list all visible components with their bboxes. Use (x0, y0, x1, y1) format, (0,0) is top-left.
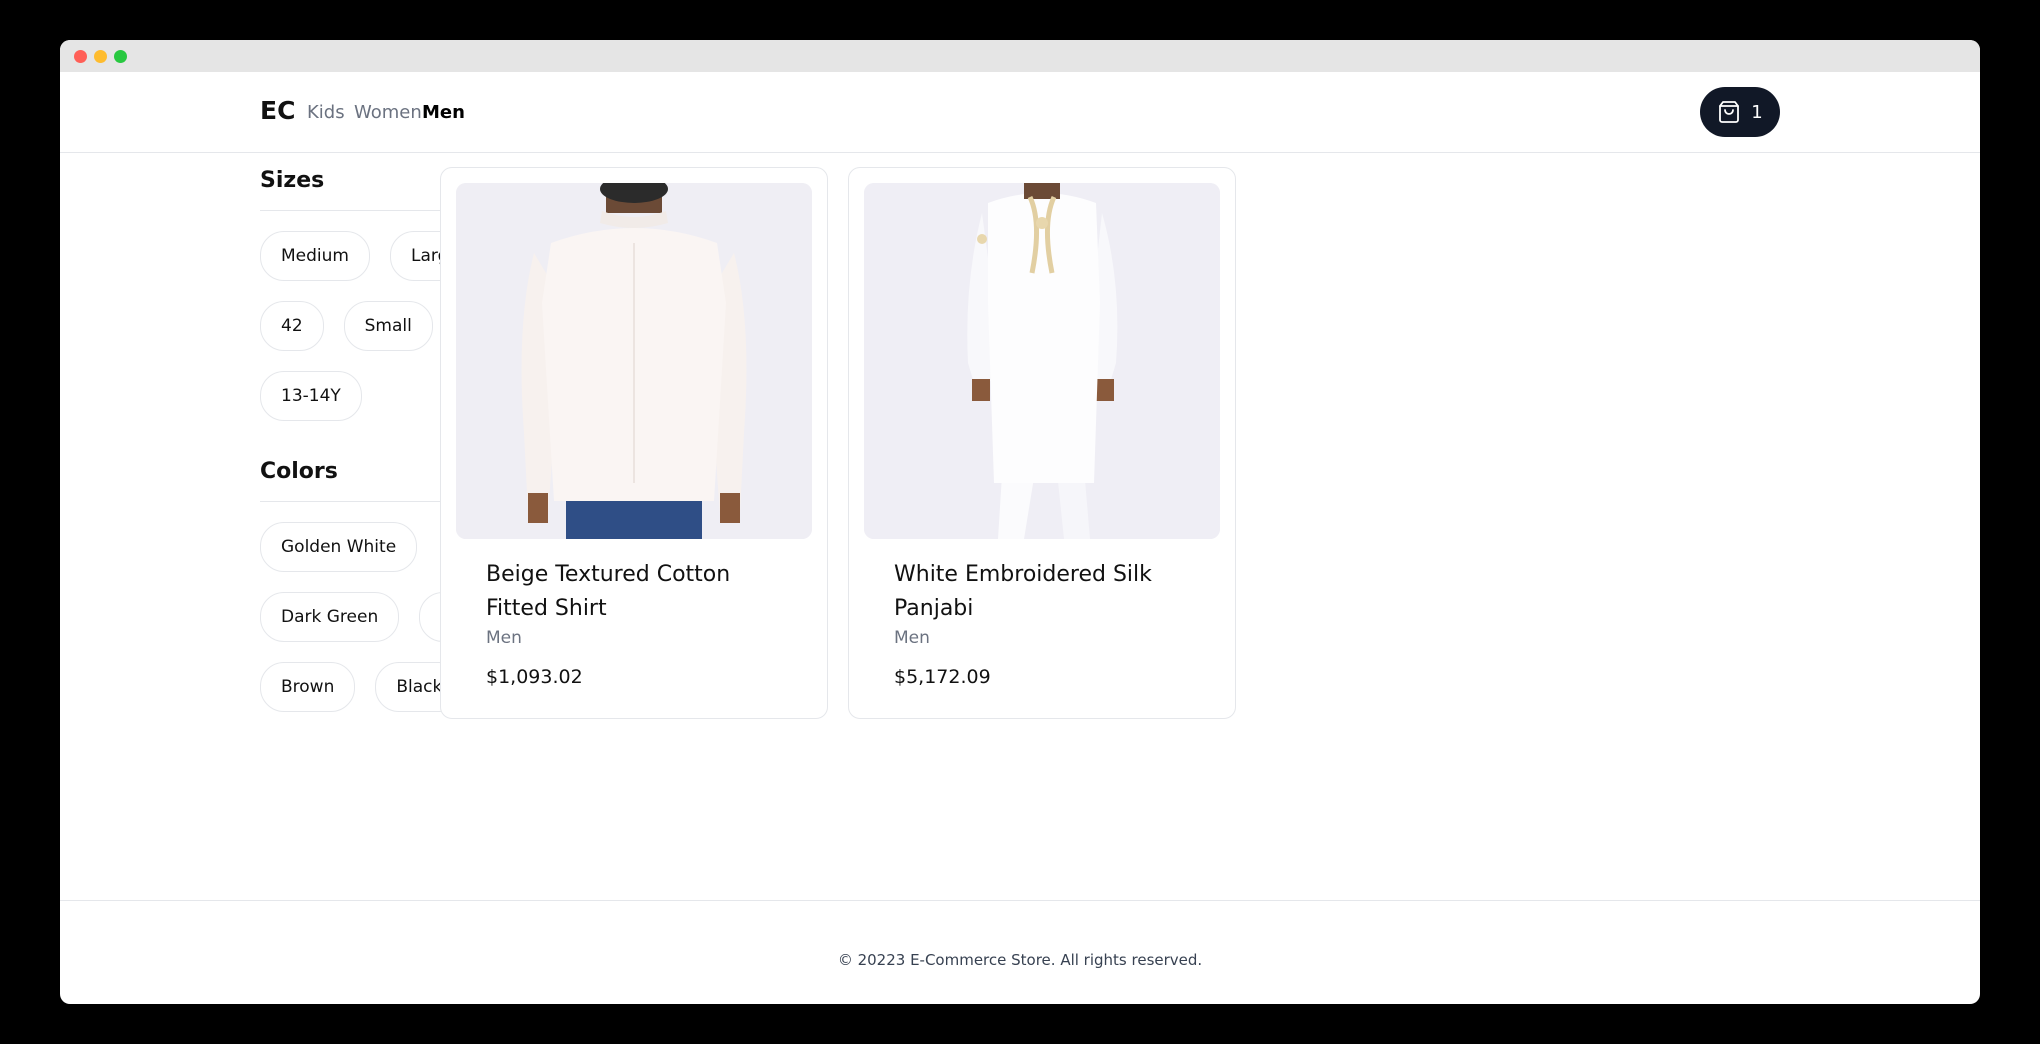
close-window-button[interactable] (74, 50, 87, 63)
size-option-small[interactable]: Small (343, 301, 433, 351)
cart-count: 1 (1751, 101, 1763, 123)
product-image[interactable] (864, 183, 1220, 539)
title-bar (60, 40, 1980, 72)
shopping-bag-icon (1719, 101, 1740, 123)
shirt-back-image (456, 183, 812, 539)
size-option-42[interactable]: 42 (260, 301, 324, 351)
nav-link-kids[interactable]: Kids (307, 102, 345, 123)
site-footer: © 20223 E-Commerce Store. All rights res… (60, 900, 1980, 1004)
size-option-13-14y[interactable]: 13-14Y (260, 371, 362, 421)
maximize-window-button[interactable] (114, 50, 127, 63)
panjabi-image (864, 183, 1220, 539)
nav-link-men[interactable]: Men (422, 102, 465, 123)
color-option-dark-green[interactable]: Dark Green (260, 592, 400, 642)
minimize-window-button[interactable] (94, 50, 107, 63)
product-price: $5,172.09 (894, 666, 991, 688)
nav-link-women[interactable]: Women (354, 102, 422, 123)
product-card[interactable]: White Embroidered Silk Panjabi Men $5,17… (848, 167, 1236, 719)
size-option-medium[interactable]: Medium (260, 231, 370, 281)
product-info: White Embroidered Silk Panjabi Men $5,17… (894, 558, 1205, 688)
browser-window: EC Kids Women Men 1 Sizes Medium Large 4… (60, 40, 1980, 1004)
product-category: Men (894, 628, 930, 648)
copyright-text: © 20223 E-Commerce Store. All rights res… (837, 951, 1203, 969)
product-card[interactable]: Beige Textured Cotton Fitted Shirt Men $… (440, 167, 828, 719)
site-header: EC Kids Women Men 1 (60, 72, 1980, 153)
site-logo[interactable]: EC (260, 96, 295, 125)
cart-button[interactable]: 1 (1700, 87, 1780, 137)
color-option-brown[interactable]: Brown (260, 662, 356, 712)
product-name[interactable]: White Embroidered Silk Panjabi (894, 558, 1205, 626)
product-price: $1,093.02 (486, 666, 583, 688)
product-category: Men (486, 628, 522, 648)
color-option-golden-white[interactable]: Golden White (260, 522, 418, 572)
product-image[interactable] (456, 183, 812, 539)
product-info: Beige Textured Cotton Fitted Shirt Men $… (486, 558, 797, 688)
product-name[interactable]: Beige Textured Cotton Fitted Shirt (486, 558, 797, 626)
